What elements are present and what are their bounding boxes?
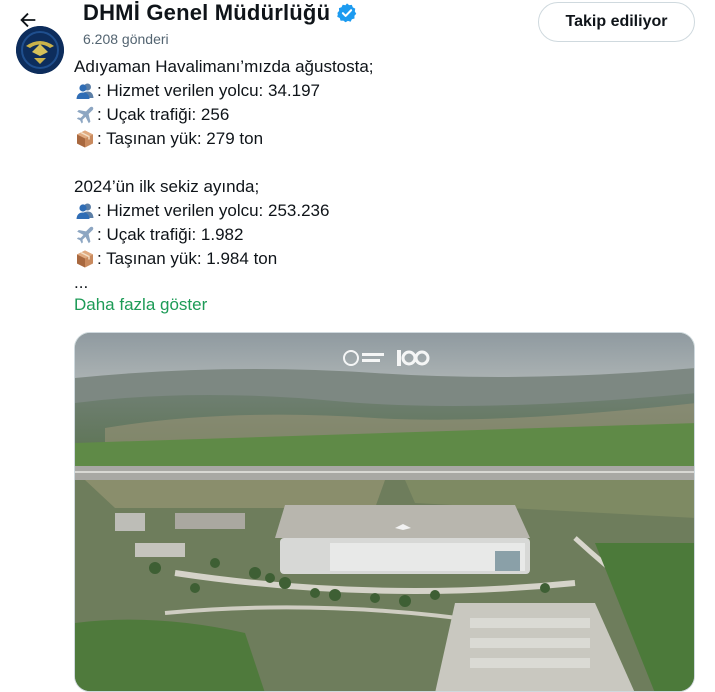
august-passengers: : Hizmet verilen yolcu: 34.197 [97,81,320,100]
post-line: : Uçak trafiği: 256 [74,103,694,127]
profile-name: DHMİ Genel Müdürlüğü [83,0,358,26]
ytd-cargo: : Taşınan yük: 1.984 ton [97,249,278,268]
post-line: : Hizmet verilen yolcu: 34.197 [74,79,694,103]
package-emoji-icon [74,128,96,150]
airplane-emoji-icon [74,104,96,126]
august-flights: : Uçak trafiği: 256 [97,105,230,124]
post-line: : Taşınan yük: 279 ton [74,127,694,151]
ytd-heading: 2024’ün ilk sekiz ayında; [74,177,260,196]
passenger-emoji-icon [74,80,96,102]
post-text: Adıyaman Havalimanı’mızda ağustosta; : H… [74,55,694,295]
post-count: 6.208 gönderi [83,31,169,47]
post-line: ... [74,271,694,295]
august-heading: Adıyaman Havalimanı’mızda ağustosta; [74,57,374,76]
august-cargo: : Taşınan yük: 279 ton [97,129,264,148]
post-line: : Uçak trafiği: 1.982 [74,223,694,247]
ytd-passengers: : Hizmet verilen yolcu: 253.236 [97,201,330,220]
following-button[interactable]: Takip ediliyor [538,2,695,42]
post-image[interactable] [74,332,695,692]
post-line: 2024’ün ilk sekiz ayında; [74,175,694,199]
profile-name-text: DHMİ Genel Müdürlüğü [83,0,331,25]
ellipsis: ... [74,273,89,292]
post-line: : Taşınan yük: 1.984 ton [74,247,694,271]
package-emoji-icon [74,248,96,270]
ytd-flights: : Uçak trafiği: 1.982 [97,225,244,244]
avatar[interactable] [16,26,64,74]
show-more-link[interactable]: Daha fazla göster [74,295,207,315]
airplane-emoji-icon [74,224,96,246]
post-line: : Hizmet verilen yolcu: 253.236 [74,199,694,223]
verified-badge-icon [336,2,358,24]
post-line: Adıyaman Havalimanı’mızda ağustosta; [74,55,694,79]
top-bar: DHMİ Genel Müdürlüğü 6.208 gönderi Takip… [0,0,715,52]
passenger-emoji-icon [74,200,96,222]
